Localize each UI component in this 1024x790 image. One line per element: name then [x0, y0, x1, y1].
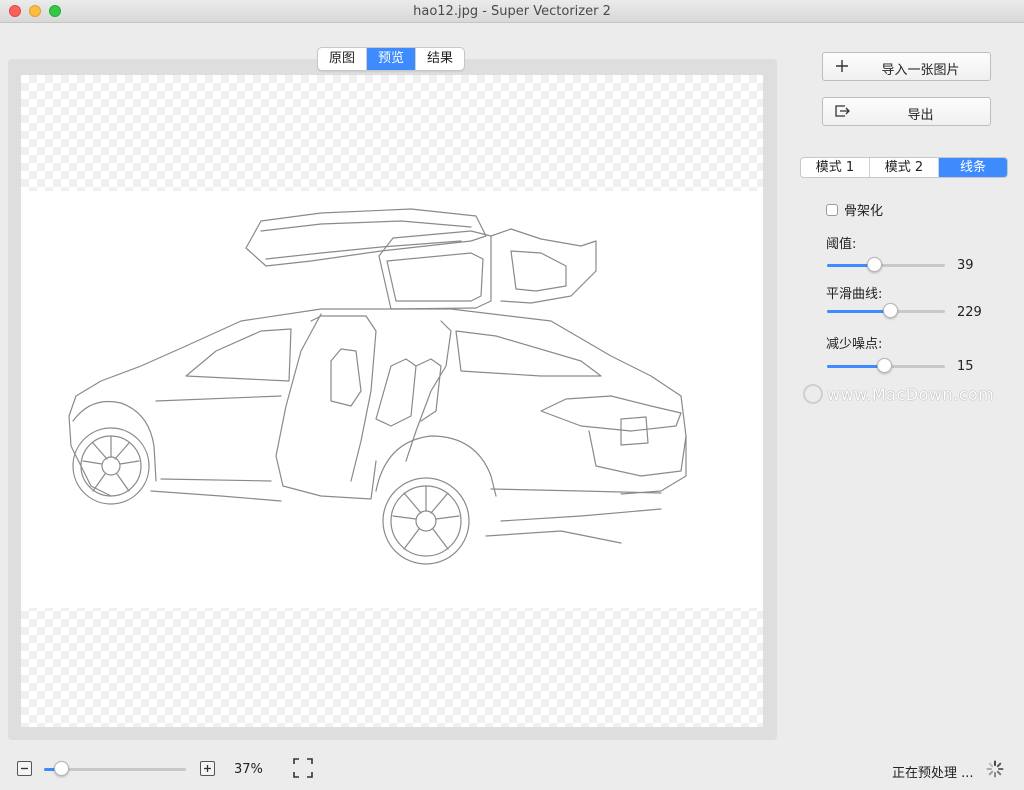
minus-icon	[21, 767, 28, 770]
zoom-slider[interactable]	[44, 761, 186, 776]
tab-preview[interactable]: 预览	[367, 48, 417, 70]
watermark-logo-icon	[803, 384, 823, 404]
smooth-curve-value: 229	[957, 305, 982, 320]
slider-fill	[827, 310, 890, 313]
slider-knob[interactable]	[876, 358, 892, 373]
preview-image[interactable]	[21, 191, 763, 608]
export-icon	[835, 105, 850, 117]
slider-fill	[827, 365, 884, 368]
tab-mode-1[interactable]: 模式 1	[801, 158, 870, 177]
export-button[interactable]: 导出	[822, 97, 991, 126]
import-image-button[interactable]: 导入一张图片	[822, 52, 991, 81]
status-text: 正在预处理 ...	[892, 766, 974, 781]
import-image-label: 导入一张图片	[881, 63, 960, 78]
view-mode-segmented-control: 原图 预览 结果	[317, 47, 466, 71]
tab-line[interactable]: 线条	[939, 158, 1007, 177]
vectorize-mode-segmented-control: 模式 1 模式 2 线条	[800, 157, 1008, 178]
export-label: 导出	[907, 108, 934, 123]
window-title: hao12.jpg - Super Vectorizer 2	[413, 4, 611, 19]
fit-screen-icon[interactable]	[292, 757, 314, 779]
plus-icon	[204, 765, 211, 772]
skeletonize-label: 骨架化	[844, 204, 884, 219]
zoom-out-button[interactable]	[17, 761, 32, 776]
threshold-label: 阈值:	[826, 237, 857, 252]
slider-knob[interactable]	[54, 761, 70, 776]
skeletonize-checkbox[interactable]	[826, 203, 838, 216]
skeletonize-option[interactable]: 骨架化	[826, 200, 883, 219]
slider-knob[interactable]	[867, 257, 883, 272]
slider-knob[interactable]	[882, 303, 898, 318]
denoise-slider[interactable]	[827, 358, 945, 373]
threshold-value: 39	[957, 258, 974, 273]
denoise-value: 15	[957, 359, 974, 374]
smooth-curve-label: 平滑曲线:	[826, 287, 883, 302]
smooth-curve-slider[interactable]	[827, 303, 945, 318]
spinner-icon	[986, 760, 1004, 778]
tab-mode-2[interactable]: 模式 2	[870, 158, 939, 177]
car-line-drawing	[68, 208, 687, 565]
plus-icon	[836, 60, 848, 72]
threshold-slider[interactable]	[827, 257, 945, 272]
zoom-level: 37%	[234, 762, 263, 777]
tab-original[interactable]: 原图	[318, 48, 368, 70]
watermark: www.MacDown.com	[803, 384, 994, 404]
title-bar: hao12.jpg - Super Vectorizer 2	[0, 0, 1024, 23]
denoise-label: 减少噪点:	[826, 337, 883, 352]
watermark-text: www.MacDown.com	[827, 384, 995, 404]
zoom-in-button[interactable]	[200, 761, 215, 776]
tab-result[interactable]: 结果	[416, 48, 464, 70]
